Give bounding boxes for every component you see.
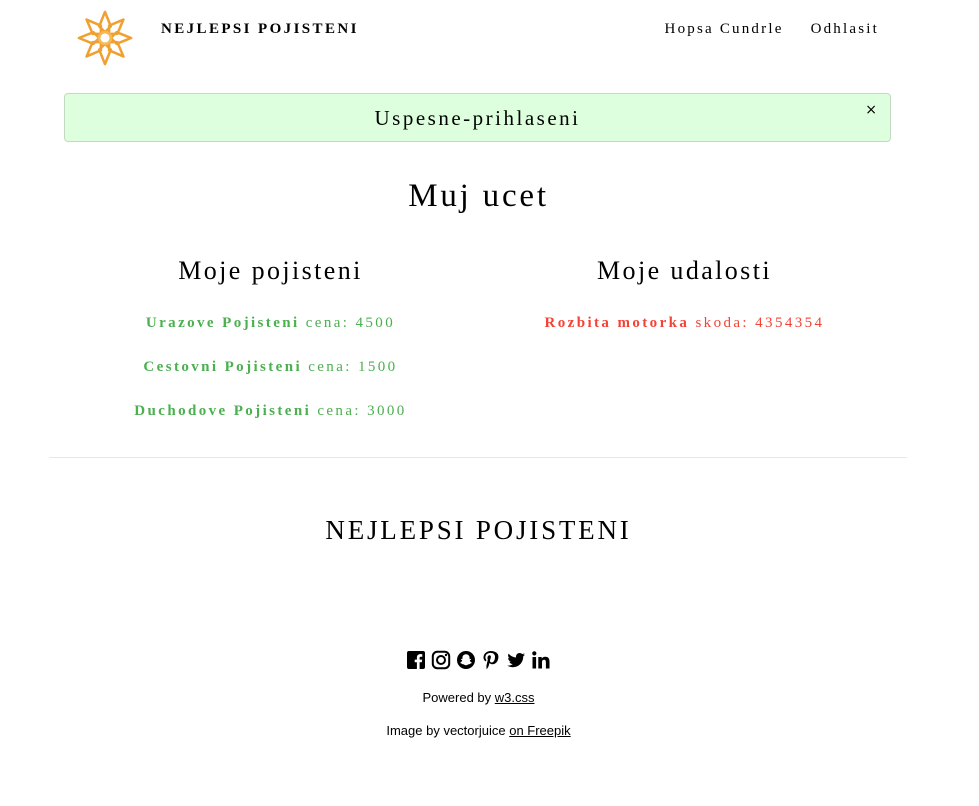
insurance-item[interactable]: Duchodove Pojisteni cena: 3000 <box>64 402 477 446</box>
image-credit-prefix: Image by vectorjuice <box>386 723 506 738</box>
success-alert: Uspesne-prihlaseni × <box>64 93 891 142</box>
insurance-price: cena: 1500 <box>308 359 398 375</box>
insurance-price: cena: 4500 <box>305 315 396 331</box>
footer-brand: NEJLEPSI POJISTENI <box>325 515 632 545</box>
insurance-price: cena: 3000 <box>317 403 407 419</box>
image-credit: Image by vectorjuice on Freepik <box>0 723 957 738</box>
top-nav: Hopsa Cundrle Odhlasit <box>665 21 879 38</box>
logo-icon[interactable] <box>76 9 134 67</box>
powered-by: Powered by w3.css <box>0 690 957 705</box>
insurance-column: Moje pojisteni Urazove Pojisteni cena: 4… <box>64 256 477 446</box>
events-heading: Moje udalosti <box>597 256 772 285</box>
top-navbar: NEJLEPSI POJISTENI Hopsa Cundrle Odhlasi… <box>0 0 979 78</box>
linkedin-icon[interactable] <box>531 650 551 670</box>
insurance-name: Duchodove Pojisteni <box>134 403 312 419</box>
facebook-icon[interactable] <box>406 650 426 670</box>
social-links <box>0 650 957 670</box>
pinterest-icon[interactable] <box>481 650 501 670</box>
alert-message: Uspesne-prihlaseni <box>374 106 581 130</box>
w3css-link[interactable]: w3.css <box>495 690 535 705</box>
brand-title[interactable]: NEJLEPSI POJISTENI <box>161 21 359 38</box>
event-item[interactable]: Rozbita motorka skoda: 4354354 <box>478 314 891 358</box>
instagram-icon[interactable] <box>431 650 451 670</box>
event-damage: skoda: 4354354 <box>695 315 825 331</box>
events-list: Rozbita motorka skoda: 4354354 <box>478 314 891 358</box>
insurance-item[interactable]: Urazove Pojisteni cena: 4500 <box>64 314 477 358</box>
insurance-item[interactable]: Cestovni Pojisteni cena: 1500 <box>64 358 477 402</box>
events-column: Moje udalosti Rozbita motorka skoda: 435… <box>478 256 891 358</box>
snapchat-icon[interactable] <box>456 650 476 670</box>
insurance-list: Urazove Pojisteni cena: 4500 Cestovni Po… <box>64 314 477 446</box>
freepik-link[interactable]: on Freepik <box>509 723 570 738</box>
section-divider <box>49 457 907 458</box>
page-title: Muj ucet <box>408 178 549 214</box>
nav-user-link[interactable]: Hopsa Cundrle <box>665 21 784 38</box>
insurance-name: Cestovni Pojisteni <box>143 359 303 375</box>
nav-logout-link[interactable]: Odhlasit <box>811 21 879 38</box>
event-name: Rozbita motorka <box>544 315 690 331</box>
powered-prefix: Powered by <box>422 690 492 705</box>
twitter-icon[interactable] <box>506 650 526 670</box>
insurance-name: Urazove Pojisteni <box>145 315 300 331</box>
insurance-heading: Moje pojisteni <box>178 256 363 285</box>
close-icon[interactable]: × <box>865 103 877 117</box>
